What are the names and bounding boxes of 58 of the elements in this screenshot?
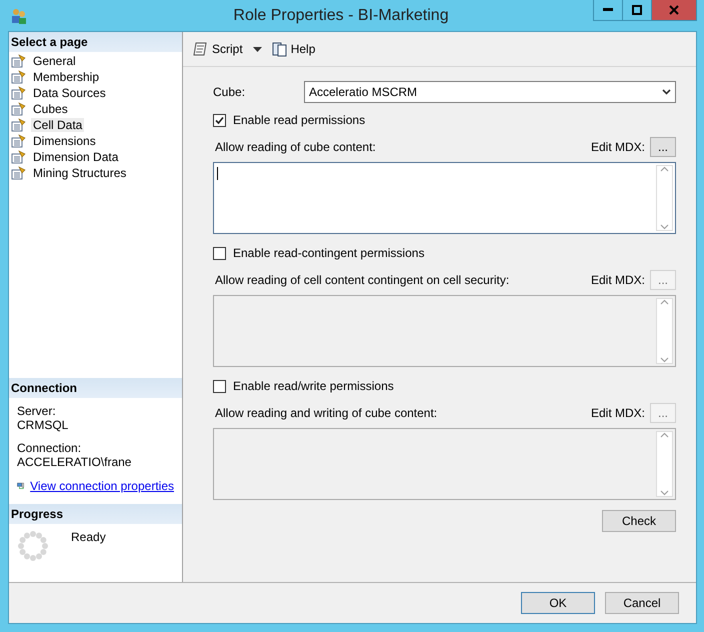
page-item[interactable]: Data Sources <box>31 86 108 100</box>
page-item[interactable]: Dimensions <box>31 134 98 148</box>
check-button[interactable]: Check <box>602 510 676 532</box>
window-title: Role Properties - BI-Marketing <box>232 6 450 24</box>
scroll-icon <box>193 41 209 57</box>
close-button[interactable] <box>651 0 697 21</box>
scroll-up-icon[interactable] <box>660 432 669 438</box>
cancel-button[interactable]: Cancel <box>605 592 679 614</box>
help-button[interactable]: Help <box>270 39 318 59</box>
scroll-up-icon[interactable] <box>660 299 669 305</box>
minimize-button[interactable] <box>593 0 623 21</box>
content-label: Allow reading of cube content: <box>214 140 377 154</box>
scroll-down-icon[interactable] <box>660 357 669 363</box>
edit-mdx-button[interactable]: ... <box>650 403 676 423</box>
chevron-down-icon <box>662 89 671 95</box>
edit-mdx-label: Edit MDX: <box>590 140 645 154</box>
page-item[interactable]: Dimension Data <box>31 150 120 164</box>
page-item[interactable]: Cell Data <box>31 118 84 132</box>
minimize-icon <box>603 8 613 12</box>
users-icon <box>10 6 28 24</box>
field-label: Connection: <box>17 441 82 455</box>
field-label: Server: <box>17 404 57 418</box>
page-item[interactable]: Membership <box>31 70 102 84</box>
field-value: CRMSQL <box>17 418 70 432</box>
cube-label: Cube: <box>213 85 246 99</box>
page-item[interactable]: General <box>31 54 78 68</box>
field-value: ACCELERATIO\frane <box>17 455 132 469</box>
edit-mdx-label: Edit MDX: <box>590 273 645 287</box>
dropdown-icon[interactable] <box>252 46 262 52</box>
maximize-icon <box>632 5 642 15</box>
checkbox[interactable] <box>213 114 226 126</box>
close-icon <box>669 5 679 15</box>
section-header: Connection <box>9 378 182 398</box>
section-header: Select a page <box>9 32 182 52</box>
edit-mdx-label: Edit MDX: <box>590 406 645 420</box>
checkbox[interactable] <box>213 380 226 392</box>
progress-status: Ready <box>71 530 106 544</box>
spinner-icon <box>17 530 49 562</box>
ok-button[interactable]: OK <box>521 592 595 614</box>
help-icon <box>272 41 288 57</box>
checkbox-label[interactable]: Enable read/write permissions <box>233 379 394 393</box>
connection-link[interactable]: View connection properties <box>30 479 174 493</box>
script-button[interactable]: Script <box>191 39 245 59</box>
checkbox-label[interactable]: Enable read-contingent permissions <box>233 246 424 260</box>
edit-mdx-button[interactable]: ... <box>650 270 676 290</box>
scroll-up-icon[interactable] <box>660 166 669 172</box>
cube-dropdown[interactable]: Acceleratio MSCRM <box>304 81 676 103</box>
content-label: Allow reading of cell content contingent on cell security: <box>214 273 510 287</box>
page-item[interactable]: Cubes <box>31 102 70 116</box>
checkbox-label[interactable]: Enable read permissions <box>233 113 366 127</box>
checkbox[interactable] <box>213 246 226 260</box>
edit-mdx-button[interactable]: ... <box>650 137 676 157</box>
mdx-text-area[interactable] <box>213 162 676 234</box>
scroll-down-icon[interactable] <box>660 490 669 496</box>
page-item[interactable]: Mining Structures <box>31 166 128 180</box>
scroll-down-icon[interactable] <box>660 224 669 230</box>
content-label: Allow reading and writing of cube content: <box>214 406 438 420</box>
section-header: Progress <box>9 504 182 524</box>
